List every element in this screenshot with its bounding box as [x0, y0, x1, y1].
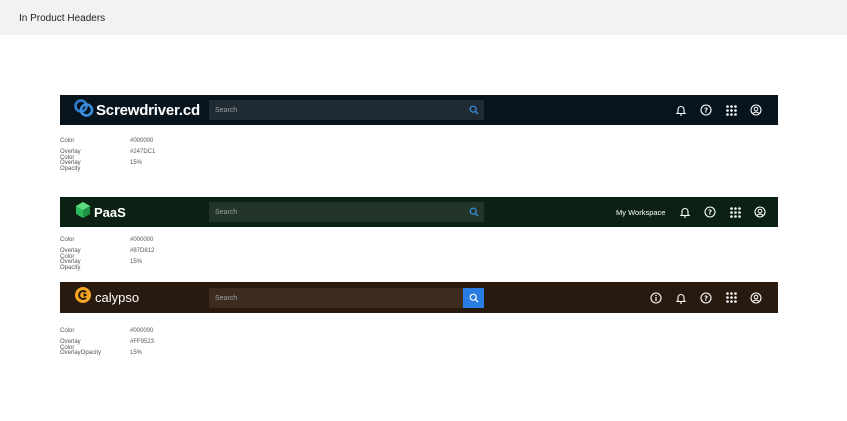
- search-button[interactable]: [464, 202, 484, 222]
- search-icon: [469, 293, 478, 303]
- header-icons: ?: [638, 282, 763, 313]
- property-value: 15%: [130, 160, 143, 166]
- property-value: #FF9523: [130, 339, 155, 345]
- help-icon[interactable]: ?: [699, 291, 713, 305]
- svg-text:?: ?: [704, 106, 708, 114]
- search-button[interactable]: [464, 100, 484, 120]
- search-icon: [469, 207, 479, 217]
- property-label: Overlay Opacity: [60, 160, 81, 172]
- property-value: #000000: [130, 328, 154, 334]
- user-profile-icon[interactable]: [749, 103, 763, 117]
- svg-text:?: ?: [708, 208, 712, 216]
- user-profile-icon[interactable]: [753, 205, 767, 219]
- user-profile-icon[interactable]: [749, 291, 763, 305]
- property-value: #000000: [130, 237, 154, 243]
- paas-cube-icon: [74, 201, 92, 224]
- search-input[interactable]: Search: [209, 100, 484, 120]
- page-title: In Product Headers: [19, 13, 106, 24]
- property-label: Color: [60, 237, 75, 243]
- brand-name: calypso: [95, 290, 140, 305]
- search-placeholder: Search: [215, 106, 238, 114]
- calypso-logo-icon: [74, 286, 92, 309]
- paas-logo[interactable]: PaaS: [74, 197, 126, 227]
- paas-header-bar: PaaS Search My Workspace ?: [60, 197, 778, 227]
- search-input[interactable]: Search: [209, 202, 484, 222]
- search-placeholder: Search: [215, 208, 238, 216]
- bell-icon[interactable]: [674, 291, 688, 305]
- apps-grid-icon[interactable]: [728, 205, 742, 219]
- screwdriver-logo[interactable]: Screwdriver.cd: [74, 95, 200, 125]
- property-label: Color: [60, 328, 75, 334]
- info-icon[interactable]: [649, 291, 663, 305]
- help-icon[interactable]: ?: [703, 205, 717, 219]
- header-icons: ?: [663, 95, 763, 125]
- search-placeholder: Search: [215, 294, 238, 302]
- search-icon: [469, 105, 479, 115]
- bell-icon[interactable]: [674, 103, 688, 117]
- calypso-logo[interactable]: calypso: [74, 282, 139, 313]
- svg-text:?: ?: [704, 294, 708, 302]
- help-icon[interactable]: ?: [699, 103, 713, 117]
- my-workspace-link[interactable]: My Workspace: [616, 208, 665, 217]
- property-value: #000000: [130, 138, 154, 144]
- property-label: Overlay Opacity: [60, 259, 81, 271]
- search-button[interactable]: [463, 288, 484, 308]
- apps-grid-icon[interactable]: [724, 291, 738, 305]
- header-icons: My Workspace ?: [616, 197, 767, 227]
- screwdriver-logo-icon: [74, 98, 94, 123]
- property-value: 15%: [130, 350, 143, 356]
- property-label: OverlayOpacity: [60, 350, 102, 356]
- apps-grid-icon[interactable]: [724, 103, 738, 117]
- calypso-header-bar: calypso Search ?: [60, 282, 778, 313]
- screwdriver-header-bar: Screwdriver.cd Search ?: [60, 95, 778, 125]
- search-input[interactable]: Search: [209, 288, 484, 308]
- property-value: 15%: [130, 259, 143, 265]
- page-header: In Product Headers: [0, 0, 847, 35]
- property-value: #247DC1: [130, 149, 156, 155]
- property-label: Color: [60, 138, 75, 144]
- property-value: #87D812: [130, 248, 155, 254]
- brand-name: PaaS: [94, 204, 126, 220]
- bell-icon[interactable]: [678, 205, 692, 219]
- brand-name: Screwdriver.cd: [96, 101, 200, 119]
